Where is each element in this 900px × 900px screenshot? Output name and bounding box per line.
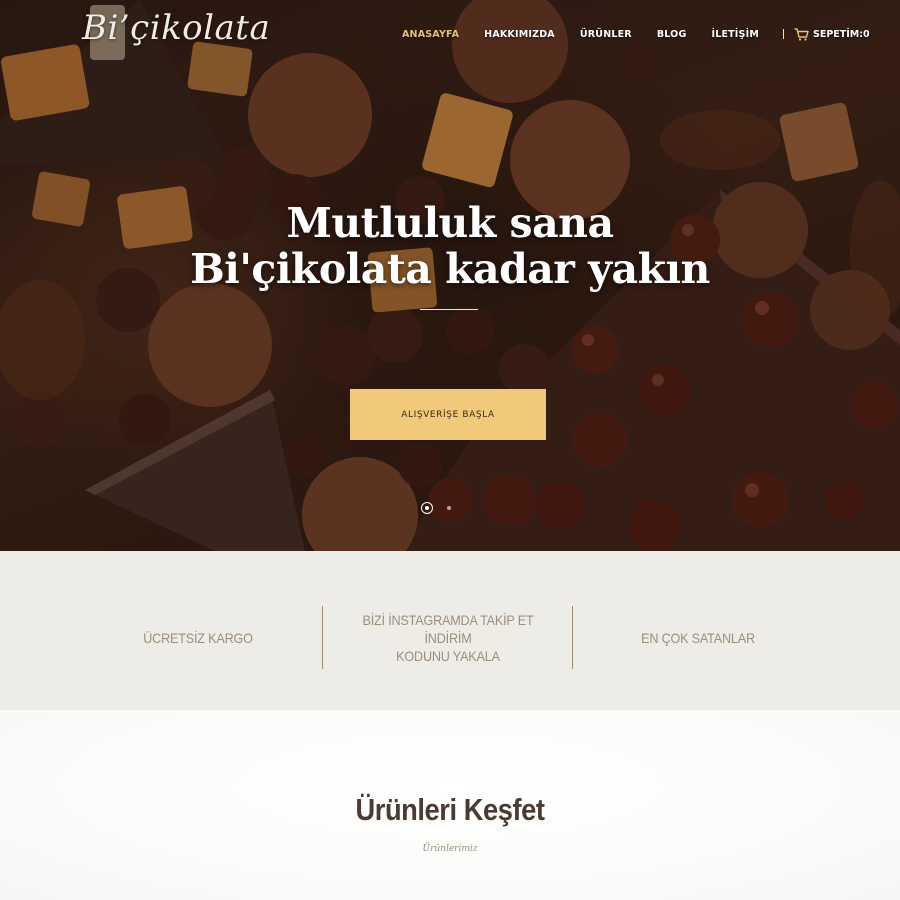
products-subtitle: Ürünlerimiz: [422, 844, 478, 854]
shopping-cart-icon: [794, 27, 809, 41]
feature-instagram-discount[interactable]: BİZİ İNSTAGRAMDA TAKİP ET İNDİRİM KODUNU…: [342, 606, 554, 670]
hero-slider: Bi’çikolata ANASAYFA HAKKIMIZDA ÜRÜNLER …: [0, 0, 900, 551]
nav-item-anasayfa[interactable]: ANASAYFA: [402, 29, 459, 40]
slider-dot-2[interactable]: [447, 506, 451, 510]
feature-divider: [322, 606, 323, 669]
nav-item-urunler[interactable]: ÜRÜNLER: [580, 29, 632, 40]
cart-label: SEPETİM:0: [812, 28, 870, 40]
cart-link[interactable]: SEPETİM:0: [794, 27, 870, 41]
slider-pagination: [421, 502, 465, 514]
products-section: Ürünleri Keşfet Ürünlerimiz: [0, 710, 900, 900]
hero-title-line2: Bi'çikolata kadar yakın: [190, 245, 710, 293]
features-band: ÜCRETSİZ KARGO BİZİ İNSTAGRAMDA TAKİP ET…: [0, 551, 900, 710]
nav-divider: [782, 29, 784, 39]
products-title: Ürünleri Keşfet: [355, 792, 545, 827]
site-logo[interactable]: Bi’çikolata: [82, 8, 270, 48]
main-nav: ANASAYFA HAKKIMIZDA ÜRÜNLER BLOG İLETİŞİ…: [402, 27, 870, 41]
nav-item-iletisim[interactable]: İLETİŞİM: [711, 29, 759, 40]
nav-item-hakkimizda[interactable]: HAKKIMIZDA: [484, 29, 555, 40]
hero-divider: [420, 309, 478, 310]
feature-best-sellers[interactable]: EN ÇOK SATANLAR: [610, 606, 786, 670]
feature-divider: [572, 606, 573, 669]
slider-dot-1[interactable]: [421, 502, 433, 514]
feature-free-shipping[interactable]: ÜCRETSİZ KARGO: [119, 606, 277, 670]
hero-title-line1: Mutluluk sana: [286, 199, 614, 247]
start-shopping-button[interactable]: ALIŞVERİŞE BAŞLA: [350, 389, 546, 440]
nav-item-blog[interactable]: BLOG: [657, 29, 687, 40]
